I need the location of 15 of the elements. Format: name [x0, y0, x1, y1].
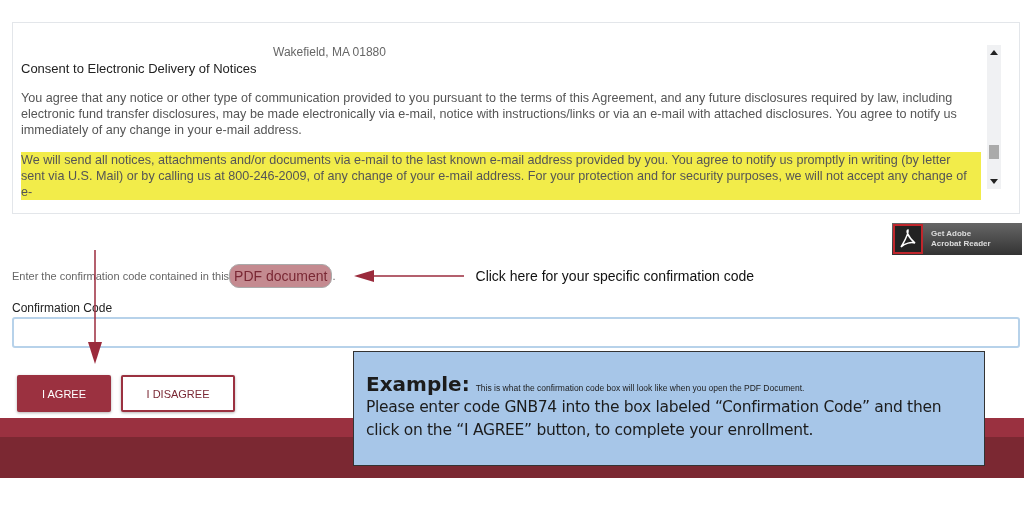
- agreement-paragraph: You agree that any notice or other type of communication provided to you pursuant to the terms of this Agreement, and any future disclosures required by law, including electronic fund transfer disclosures, may be made electronically via e-mail, notice with instructions/links or via an e-mail with attached disclosures. You agree to notify us immediately of any change in your e-mail address.: [21, 90, 958, 138]
- annotation-text: Click here for your specific confirmation code: [475, 268, 755, 284]
- address-text: Wakefield, MA 01880: [273, 45, 387, 59]
- agreement-button[interactable]: I DISAGREE: [121, 375, 235, 412]
- agreement-paragraph: We will send all notices, attachments and/or documents via e-mail to the last known e-mail address provided by you. You agree to notify us promptly in writing (by letter sent via U.S. Mail) or by calling us at 800-246-2009, of any change of your e-mail address. For your protection and for security purposes, we will not accept any change of e-: [21, 152, 981, 200]
- confirmation-code-field[interactable]: [12, 317, 1020, 348]
- callout-text: Please enter code GNB74 into the box labeled “Confirmation Code” and then click on the “I AGREE” button, to complete your enrollment.: [366, 397, 943, 441]
- acrobat-reader-badge[interactable]: Get Adobe Acrobat Reader: [892, 223, 1022, 255]
- callout-note: This is what the confirmation code box will look like when you open the PDF Document.: [475, 383, 805, 393]
- period-text: .: [332, 270, 336, 282]
- callout-title: Example:: [366, 372, 470, 396]
- section-heading: Consent to Electronic Delivery of Notices: [21, 61, 258, 76]
- pdf-logo-icon: [893, 224, 923, 254]
- agreement-button[interactable]: I AGREE: [17, 375, 111, 412]
- scrollbar[interactable]: [987, 45, 1001, 189]
